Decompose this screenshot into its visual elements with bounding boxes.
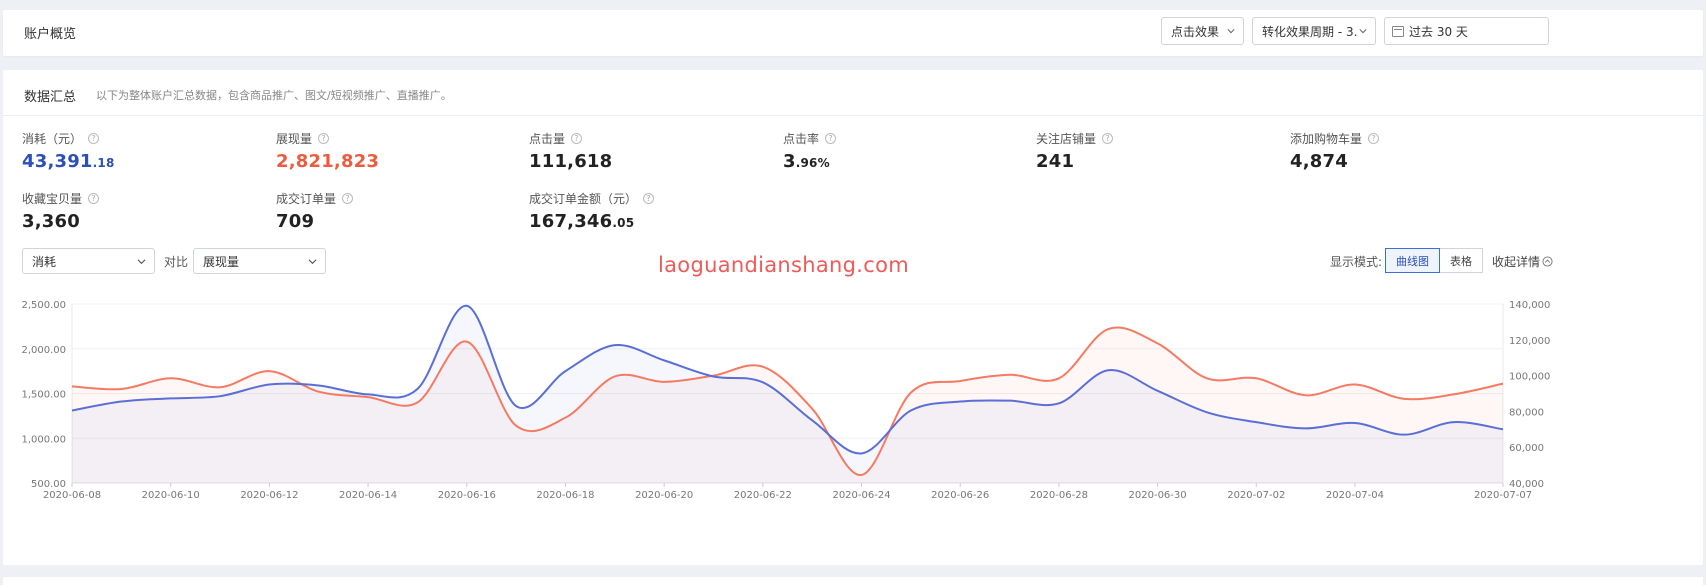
x-tick-label: 2020-06-18 bbox=[536, 490, 594, 501]
y-right-tick-label: 100,000 bbox=[1509, 372, 1550, 383]
next-card bbox=[3, 577, 1703, 585]
conversion-period-value: 转化效果周期 - 3... bbox=[1262, 24, 1358, 39]
effect-type-select[interactable]: 点击效果 bbox=[1161, 17, 1244, 45]
x-tick-label: 2020-06-16 bbox=[438, 490, 496, 501]
x-tick-label: 2020-06-28 bbox=[1030, 490, 1088, 501]
y-right-tick-label: 60,000 bbox=[1509, 443, 1544, 454]
y-left-tick-label: 1,000.00 bbox=[21, 434, 66, 445]
y-right-tick-label: 40,000 bbox=[1509, 479, 1544, 490]
trend-chart: 500.00 1,000.00 1,500.00 2,000.00 2,500.00 40… bbox=[21, 300, 1550, 501]
x-tick-label: 2020-06-08 bbox=[43, 490, 101, 501]
x-tick-label: 2020-06-12 bbox=[240, 490, 298, 501]
x-tick-label: 2020-07-04 bbox=[1326, 490, 1384, 501]
conversion-period-select[interactable]: 转化效果周期 - 3... bbox=[1252, 17, 1376, 45]
y-right-tick-label: 80,000 bbox=[1509, 407, 1544, 418]
date-range-picker[interactable]: 过去 30 天 bbox=[1384, 17, 1549, 45]
x-tick-label: 2020-06-22 bbox=[734, 490, 792, 501]
y-left-tick-label: 500.00 bbox=[31, 479, 66, 490]
date-range-value: 过去 30 天 bbox=[1409, 24, 1468, 39]
x-tick-label: 2020-06-10 bbox=[142, 490, 200, 501]
effect-type-value: 点击效果 bbox=[1171, 24, 1220, 39]
y-left-tick-label: 2,000.00 bbox=[21, 345, 66, 356]
summary-card: 数据汇总 以下为整体账户汇总数据，包含商品推广、图文/短视频推广、直播推广。 消… bbox=[3, 70, 1703, 565]
y-right-tick-label: 140,000 bbox=[1509, 300, 1550, 311]
y-left-tick-label: 1,500.00 bbox=[21, 390, 66, 401]
y-left-tick-label: 2,500.00 bbox=[21, 300, 66, 311]
chevron-down-icon bbox=[1227, 29, 1235, 34]
x-tick-label: 2020-07-07 bbox=[1474, 490, 1532, 501]
chevron-down-icon bbox=[1359, 29, 1367, 34]
y-right-tick-label: 120,000 bbox=[1509, 336, 1550, 347]
calendar-icon bbox=[1392, 25, 1404, 37]
x-tick-label: 2020-06-20 bbox=[635, 490, 693, 501]
x-tick-label: 2020-06-30 bbox=[1129, 490, 1187, 501]
account-overview-bar: 账户概览 点击效果 转化效果周期 - 3... 过去 30 天 bbox=[3, 10, 1703, 56]
x-tick-label: 2020-06-26 bbox=[931, 490, 989, 501]
x-tick-label: 2020-06-14 bbox=[339, 490, 397, 501]
x-tick-label: 2020-07-02 bbox=[1227, 490, 1285, 501]
page-title: 账户概览 bbox=[24, 27, 77, 42]
x-tick-label: 2020-06-24 bbox=[832, 490, 890, 501]
